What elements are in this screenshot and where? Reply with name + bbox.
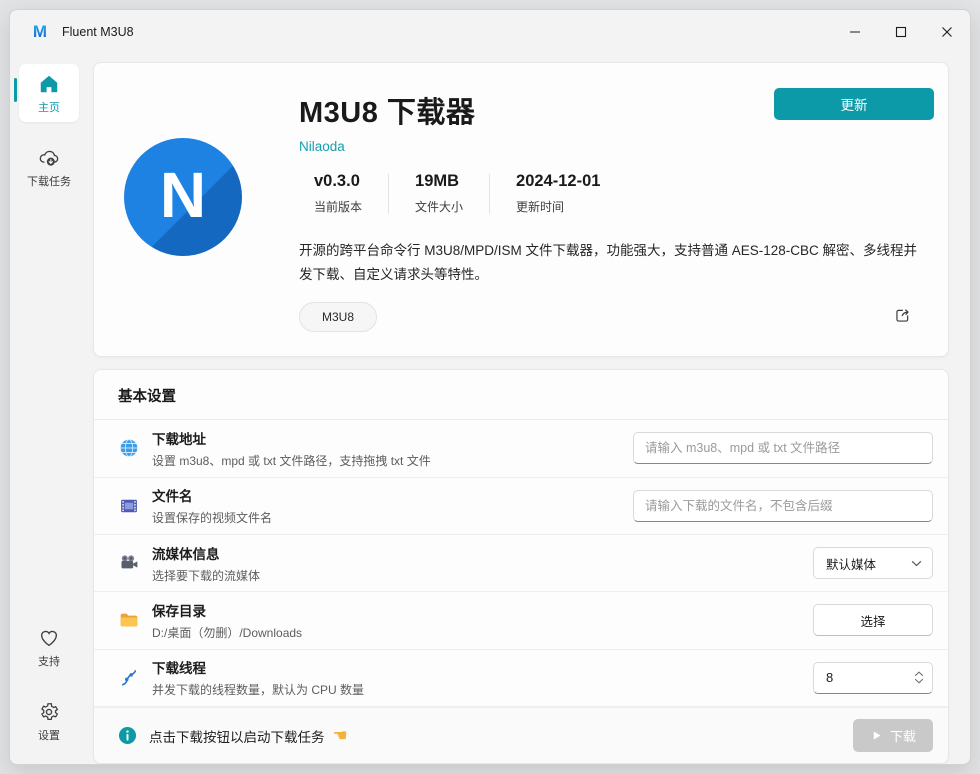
setting-title: 下载线程 bbox=[152, 657, 364, 677]
stats-row: v0.3.0 当前版本 19MB 文件大小 2024-12-01 bbox=[299, 172, 918, 215]
sidebar-item-label: 下载任务 bbox=[27, 173, 71, 189]
setting-subtitle: 设置 m3u8、mpd 或 txt 文件路径，支持拖拽 txt 文件 bbox=[152, 452, 431, 469]
titlebar: M Fluent M3U8 bbox=[10, 10, 970, 54]
gear-icon bbox=[38, 701, 60, 723]
stat-version: v0.3.0 当前版本 bbox=[299, 172, 388, 215]
basic-settings-card: 基本设置 下载地址 设置 m3u8、m bbox=[93, 369, 949, 764]
sidebar: 主页 下载任务 支持 bbox=[10, 54, 88, 764]
app-package-logo: N bbox=[124, 138, 242, 256]
sidebar-item-download-tasks[interactable]: 下载任务 bbox=[19, 138, 79, 196]
setting-row-save-dir: 保存目录 D:/桌面（勿删）/Downloads 选择 bbox=[94, 592, 948, 649]
stat-filesize: 19MB 文件大小 bbox=[389, 172, 489, 215]
chevron-down-icon bbox=[914, 678, 924, 684]
app-description: 开源的跨平台命令行 M3U8/MPD/ISM 文件下载器，功能强大，支持普通 A… bbox=[299, 239, 918, 286]
setting-row-download-url: 下载地址 设置 m3u8、mpd 或 txt 文件路径，支持拖拽 txt 文件 bbox=[94, 420, 948, 477]
update-button[interactable]: 更新 bbox=[774, 88, 934, 120]
maximize-icon bbox=[895, 26, 907, 38]
choose-directory-button[interactable]: 选择 bbox=[813, 604, 933, 636]
thread-count-value: 8 bbox=[826, 670, 833, 685]
heart-icon bbox=[38, 627, 60, 649]
sidebar-item-support[interactable]: 支持 bbox=[19, 618, 79, 676]
tag-m3u8: M3U8 bbox=[299, 302, 377, 332]
setting-row-stream-info: 流媒体信息 选择要下载的流媒体 默认媒体 bbox=[94, 535, 948, 592]
setting-title: 保存目录 bbox=[152, 600, 302, 620]
sidebar-item-label: 支持 bbox=[38, 653, 60, 669]
author-link[interactable]: Nilaoda bbox=[299, 139, 918, 154]
setting-title: 下载地址 bbox=[152, 428, 431, 448]
folder-icon bbox=[118, 609, 140, 631]
logo-letter: N bbox=[160, 163, 206, 227]
setting-row-filename: 文件名 设置保存的视频文件名 bbox=[94, 478, 948, 535]
spinner-arrows[interactable] bbox=[914, 671, 924, 684]
chevron-up-icon bbox=[914, 671, 924, 677]
app-title: Fluent M3U8 bbox=[62, 25, 134, 39]
setting-subtitle: 设置保存的视频文件名 bbox=[152, 509, 272, 526]
app-window: M Fluent M3U8 主页 bbox=[9, 9, 971, 765]
share-icon bbox=[893, 306, 912, 325]
thread-icon bbox=[118, 667, 140, 689]
setting-title: 文件名 bbox=[152, 485, 272, 505]
sidebar-item-label: 设置 bbox=[38, 727, 60, 743]
setting-row-threads: 下载线程 并发下载的线程数量，默认为 CPU 数量 8 bbox=[94, 650, 948, 707]
info-icon bbox=[118, 726, 137, 745]
window-controls bbox=[832, 10, 970, 54]
globe-icon bbox=[118, 437, 140, 459]
download-hint-row: 点击下载按钮以启动下载任务 ☚ 下载 bbox=[94, 707, 948, 763]
app-hero-card: 更新 N M3U8 下载器 Nilaoda v0.3.0 当前版本 bbox=[93, 62, 949, 357]
stat-updated: 2024-12-01 更新时间 bbox=[490, 172, 626, 215]
media-select[interactable]: 默认媒体 bbox=[813, 547, 933, 579]
share-button[interactable] bbox=[891, 304, 914, 330]
film-strip-icon bbox=[118, 495, 140, 517]
sidebar-item-settings[interactable]: 设置 bbox=[19, 692, 79, 750]
download-url-input[interactable] bbox=[633, 432, 933, 464]
chevron-down-icon bbox=[911, 560, 922, 567]
maximize-button[interactable] bbox=[878, 10, 924, 54]
media-select-value: 默认媒体 bbox=[826, 554, 876, 573]
minimize-button[interactable] bbox=[832, 10, 878, 54]
setting-subtitle: 并发下载的线程数量，默认为 CPU 数量 bbox=[152, 681, 364, 698]
home-icon bbox=[38, 73, 60, 95]
filename-input[interactable] bbox=[633, 490, 933, 522]
main-content: 更新 N M3U8 下载器 Nilaoda v0.3.0 当前版本 bbox=[88, 54, 970, 764]
pointing-left-icon: ☚ bbox=[333, 726, 348, 746]
sidebar-item-label: 主页 bbox=[38, 99, 60, 115]
save-dir-path: D:/桌面（勿删）/Downloads bbox=[152, 624, 302, 641]
minimize-icon bbox=[849, 26, 861, 38]
sidebar-item-home[interactable]: 主页 bbox=[19, 64, 79, 122]
settings-header: 基本设置 bbox=[94, 370, 948, 420]
movie-camera-icon bbox=[118, 552, 140, 574]
app-logo-icon: M bbox=[30, 22, 50, 42]
close-button[interactable] bbox=[924, 10, 970, 54]
download-hint-text: 点击下载按钮以启动下载任务 bbox=[149, 726, 325, 746]
play-icon bbox=[870, 729, 883, 742]
setting-title: 流媒体信息 bbox=[152, 543, 260, 563]
download-button-label: 下载 bbox=[890, 726, 916, 745]
close-icon bbox=[941, 26, 953, 38]
setting-subtitle: 选择要下载的流媒体 bbox=[152, 567, 260, 584]
cloud-download-icon bbox=[37, 147, 61, 169]
thread-count-spinner[interactable]: 8 bbox=[813, 662, 933, 694]
download-button[interactable]: 下载 bbox=[853, 719, 933, 752]
